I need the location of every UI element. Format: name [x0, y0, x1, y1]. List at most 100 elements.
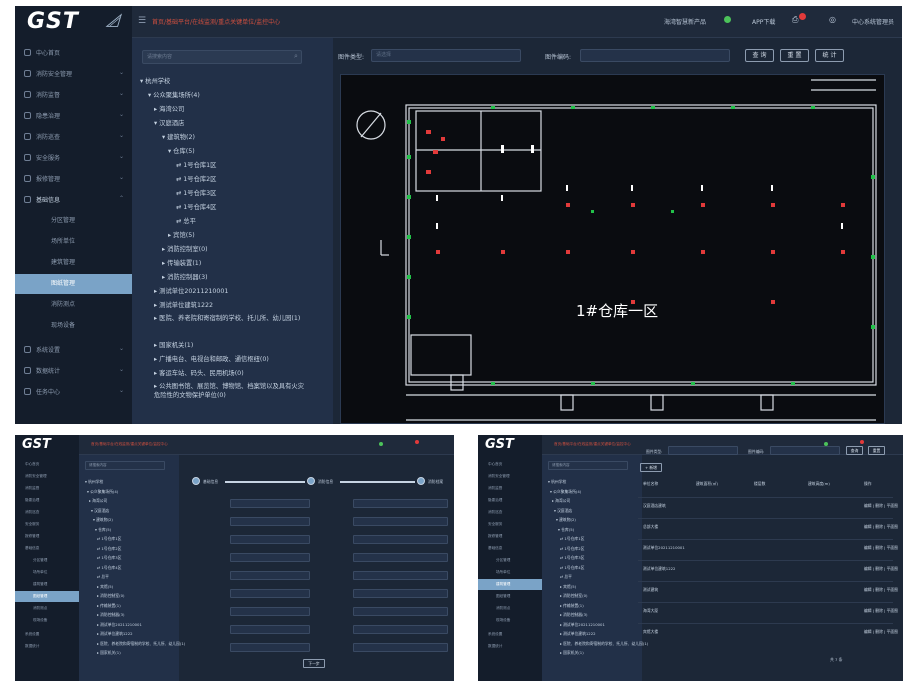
form-field-input[interactable] [353, 517, 448, 526]
form-field-input[interactable] [230, 625, 310, 634]
tree-node[interactable]: ▸ 传输装置(1) [97, 603, 121, 609]
sidebar-item-safety[interactable]: 消防安全管理 [15, 471, 79, 482]
sidebar-sub-venue[interactable]: 场所单位 [478, 567, 542, 578]
sidebar-sub-building[interactable]: 建筑管理 [15, 579, 79, 590]
tree-node[interactable]: ▸ 宾馆(5) [97, 584, 113, 590]
app-download-link[interactable]: APP下载 [752, 17, 775, 26]
form-field-input[interactable] [353, 607, 448, 616]
query-button[interactable]: 查询 [846, 446, 863, 455]
sidebar-sub-venue[interactable]: 场所单位 [15, 567, 79, 578]
sidebar-item-patrol[interactable]: 消防巡查 ⌄ [15, 126, 132, 146]
sidebar-item-tasks[interactable]: 任务中心 ⌄ [15, 381, 132, 401]
tree-node[interactable]: ▾ 公众聚集场所(4) [550, 489, 581, 495]
tree-node[interactable]: ⇄ 1号仓库1区 [97, 536, 121, 542]
sidebar-item-hazard[interactable]: 隐患治理 [478, 495, 542, 506]
sidebar-item-basic-info[interactable]: 基础信息 [478, 543, 542, 554]
table-row[interactable] [638, 518, 893, 519]
tree-node[interactable]: ▸ 海湾公司 [154, 104, 184, 113]
sidebar-item-supervision[interactable]: 消防监督 [15, 483, 79, 494]
sidebar-item-service[interactable]: 安全服务 [15, 519, 79, 530]
tree-node[interactable]: ▸ 广播电台、电视台和邮政、通信枢纽(0) [154, 354, 269, 363]
sidebar-item-repair[interactable]: 报修管理 [478, 531, 542, 542]
tree-node[interactable]: ▸ 海湾公司 [89, 498, 107, 504]
filter-input[interactable] [770, 446, 840, 455]
sidebar-sub-building[interactable]: 建筑管理 [478, 579, 542, 590]
sidebar-sub-drawing[interactable]: 图纸管理 [15, 591, 79, 602]
table-row[interactable] [638, 497, 893, 498]
tree-node[interactable]: ▾ 汉庭酒店 [91, 508, 109, 514]
sidebar-sub-drawing[interactable]: 图纸管理 [15, 274, 132, 294]
sidebar-item-home[interactable]: 中心首页 [15, 459, 79, 470]
sidebar-item-supervision[interactable]: 消防监督 ⌄ [15, 84, 132, 104]
search-icon[interactable]: ⌕ [294, 52, 298, 61]
form-field-input[interactable] [353, 499, 448, 508]
cad-floorplan[interactable]: 1#仓库一区 [340, 74, 885, 424]
form-field-input[interactable] [230, 589, 310, 598]
tree-node[interactable]: ▾ 杭州学校 [140, 76, 170, 85]
form-field-input[interactable] [353, 643, 448, 652]
table-cell-actions[interactable]: 编辑 | 删除 | 平面图 [864, 587, 898, 593]
next-step-button[interactable]: 下一步 [303, 659, 325, 668]
sidebar-item-safety[interactable]: 消防安全管理 ⌄ [15, 63, 132, 83]
sidebar-item-basic-info[interactable]: 基础信息 [15, 543, 79, 554]
sidebar-item-repair[interactable]: 报修管理 [15, 531, 79, 542]
tree-node[interactable]: ▾ 建筑物(2) [556, 517, 576, 523]
tree-node[interactable]: ▸ 消防控制器(3) [162, 272, 208, 281]
sidebar-item-settings[interactable]: 系统设置 [15, 629, 79, 640]
tree-node[interactable]: ⇄ 总平 [176, 216, 196, 225]
tree-node[interactable]: ▾ 汉庭酒店 [554, 508, 572, 514]
tree-node[interactable]: ⇄ 1号仓库4区 [97, 565, 121, 571]
tree-node[interactable]: ▸ 测试单位20211210001 [97, 622, 142, 628]
sidebar-item-stats[interactable]: 数据统计 ⌄ [15, 360, 132, 380]
sidebar-sub-building[interactable]: 建筑管理 [15, 253, 132, 273]
tree-node[interactable]: ▸ 医院、养老院和寄宿制的学校、托儿所、幼儿园(1) [560, 641, 648, 647]
tree-node[interactable]: ▸ 传输装置(1) [162, 258, 201, 267]
tree-node[interactable]: ▸ 医院、养老院和寄宿制的学校、托儿所、幼儿园(1) [154, 314, 304, 323]
tree-node[interactable]: ▾ 汉庭酒店 [154, 118, 184, 127]
sidebar-sub-fire-point[interactable]: 消防测点 [15, 603, 79, 614]
tree-node[interactable]: ⇄ 1号仓库3区 [176, 188, 216, 197]
form-field-input[interactable] [230, 643, 310, 652]
drawing-code-input[interactable] [580, 49, 730, 62]
tree-node[interactable]: ▸ 宾馆(5) [168, 230, 195, 239]
filter-input[interactable] [668, 446, 738, 455]
sidebar-sub-device[interactable]: 现场设备 [478, 615, 542, 626]
tree-node[interactable]: ▸ 公共图书馆、展览馆、博物馆、档案馆以及具有火灾危险性的文物保护单位(0) [154, 382, 304, 400]
tree-node[interactable]: ⇄ 1号仓库4区 [176, 202, 216, 211]
tree-node[interactable]: ▸ 国家机关(1) [154, 340, 193, 349]
table-cell-actions[interactable]: 编辑 | 删除 | 平面图 [864, 545, 898, 551]
add-button[interactable]: + 新增 [640, 463, 662, 472]
sidebar-sub-fire-point[interactable]: 消防测点 [15, 295, 132, 315]
menu-toggle-icon[interactable]: ☰ [138, 16, 146, 26]
tree-node[interactable]: ▾ 杭州学校 [85, 479, 103, 485]
tree-node[interactable]: ▾ 建筑物(2) [93, 517, 113, 523]
tree-node[interactable]: ▸ 消防控制室(0) [560, 593, 587, 599]
sidebar-item-stats[interactable]: 数据统计 [478, 641, 542, 652]
table-row[interactable] [638, 560, 893, 561]
tree-node[interactable]: ⇄ 1号仓库2区 [560, 546, 584, 552]
tree-node[interactable]: ▸ 测试单位建筑1222 [560, 631, 596, 637]
tree-node[interactable]: ⇄ 1号仓库4区 [560, 565, 584, 571]
tree-node[interactable]: ⇄ 1号仓库3区 [97, 555, 121, 561]
sidebar-item-settings[interactable]: 系统设置 [478, 629, 542, 640]
table-cell-actions[interactable]: 编辑 | 删除 | 平面图 [864, 503, 898, 509]
tree-node[interactable]: ▾ 公众聚集场所(4) [87, 489, 118, 495]
sidebar-item-stats[interactable]: 数据统计 [15, 641, 79, 652]
tree-node[interactable]: ▸ 客运车站、码头、民用机场(0) [154, 368, 244, 377]
sidebar-item-supervision[interactable]: 消防监督 [478, 483, 542, 494]
table-cell-actions[interactable]: 编辑 | 删除 | 平面图 [864, 566, 898, 572]
form-field-input[interactable] [353, 553, 448, 562]
user-icon[interactable]: ◎ [829, 15, 836, 24]
sidebar-item-patrol[interactable]: 消防巡查 [478, 507, 542, 518]
form-field-input[interactable] [353, 625, 448, 634]
tree-node[interactable]: ▸ 测试单位建筑1222 [154, 300, 213, 309]
tree-node[interactable]: ▸ 宾馆(5) [560, 584, 576, 590]
tree-node[interactable]: ▸ 国家机关(1) [97, 650, 121, 656]
sidebar-sub-zone[interactable]: 分区管理 [478, 555, 542, 566]
tree-node[interactable]: ⇄ 1号仓库2区 [176, 174, 216, 183]
sidebar-sub-device[interactable]: 现场设备 [15, 316, 132, 336]
tree-node[interactable]: ▸ 海湾公司 [552, 498, 570, 504]
tree-node[interactable]: ▸ 消防控制器(3) [97, 612, 124, 618]
table-row[interactable] [638, 581, 893, 582]
sidebar-item-repair[interactable]: 报修管理 ⌄ [15, 168, 132, 188]
